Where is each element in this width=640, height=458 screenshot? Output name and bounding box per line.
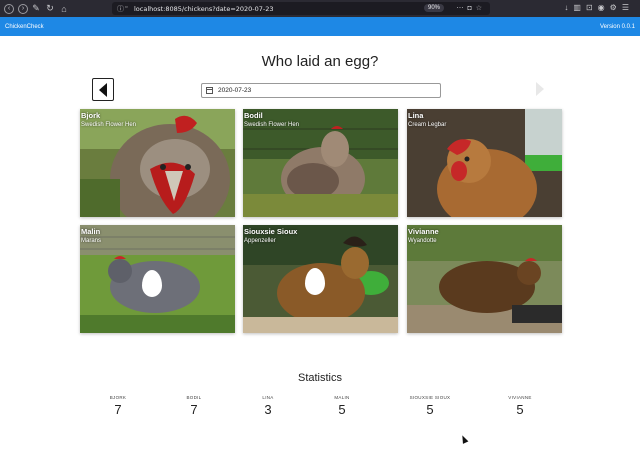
stat-lina: LINA 3 [238,395,298,417]
stat-value: 5 [338,402,346,417]
egg-icon[interactable] [142,270,162,297]
reload-icon[interactable]: ↻ [44,3,56,14]
stat-label: VIVIANNE [508,395,532,400]
page-info-icon[interactable]: ⓘ [117,4,124,14]
stat-bodil: BODIL 7 [164,395,224,417]
chicken-card-siouxsie-sioux[interactable]: Siouxsie Sioux Appenzeller [243,225,398,333]
date-value: 2020-07-23 [218,87,252,94]
chicken-card-malin[interactable]: Malin Marans [80,225,235,333]
chicken-name: Siouxsie Sioux [244,227,298,236]
chicken-name: Bjork [81,111,101,120]
chevron-right-icon [536,82,544,96]
chicken-breed: Wyandotte [408,238,437,244]
chicken-breed: Cream Legbar [408,122,447,128]
stat-label: MALIN [334,395,350,400]
chicken-name: Malin [81,227,101,236]
page-actions-icon[interactable]: ⋯◘☆ [456,4,486,12]
back-icon[interactable]: ‹ [4,3,14,14]
chicken-card-vivianne[interactable]: Vivianne Wyandotte [407,225,562,333]
statistics-title: Statistics [297,372,342,384]
app-title[interactable]: ChickenCheck [5,24,44,30]
chicken-breed: Appenzeller [244,238,276,244]
zoom-level[interactable]: 90% [423,4,444,12]
stat-value: 3 [264,402,272,417]
stat-label: LINA [262,395,274,400]
egg-icon[interactable] [305,268,325,295]
previous-day-button[interactable] [92,78,114,101]
forward-icon[interactable]: › [18,3,28,14]
stat-value: 5 [516,402,524,417]
chicken-breed: Swedish Flower Hen [81,122,137,128]
chevron-left-icon [99,83,107,97]
chicken-card-bodil[interactable]: Bodil Swedish Flower Hen [243,109,398,217]
stat-label: SIOUXSIE SIOUX [409,395,451,400]
address-bar[interactable]: ⓘ ▫ localhost:8085/chickens?date=2020-07… [112,2,490,15]
app-bar: ChickenCheck Version 0.0.1 [0,17,640,36]
app-version: Version 0.0.1 [599,23,635,30]
home-icon[interactable]: ⌂ [58,4,70,14]
stat-value: 7 [190,402,198,417]
chicken-card-bjork[interactable]: Bjork Swedish Flower Hen [80,109,235,217]
stat-malin: MALIN 5 [312,395,372,417]
stat-label: BJORK [109,395,127,400]
stat-value: 5 [426,402,434,417]
date-picker[interactable]: 2020-07-23 [201,83,441,98]
page-title: Who laid an egg? [261,53,379,70]
stat-vivianne: VIVIANNE 5 [490,395,550,417]
chicken-breed: Marans [81,238,102,244]
chicken-name: Vivianne [408,227,439,236]
mouse-cursor-icon [459,434,469,444]
chicken-breed: Swedish Flower Hen [244,122,300,128]
stat-bjork: BJORK 7 [88,395,148,417]
url-text[interactable]: localhost:8085/chickens?date=2020-07-23 [134,5,274,13]
chicken-name: Bodil [244,111,263,120]
stat-value: 7 [114,402,122,417]
calendar-icon[interactable] [206,87,213,94]
tools-icon[interactable]: ✎ [30,3,42,14]
chicken-name: Lina [408,111,424,120]
chicken-card-lina[interactable]: Lina Cream Legbar [407,109,562,217]
stat-label: BODIL [186,395,202,400]
browser-toolbar: ‹ › ✎ ↻ ⌂ ⓘ ▫ localhost:8085/chickens?da… [0,0,640,17]
browser-extensions-icon[interactable]: ↓▥⊡◉⚙☰ [564,3,634,12]
page-icon: ▫ [125,4,128,11]
stat-siouxsie-sioux: SIOUXSIE SIOUX 5 [400,395,460,417]
next-day-button [528,78,550,101]
